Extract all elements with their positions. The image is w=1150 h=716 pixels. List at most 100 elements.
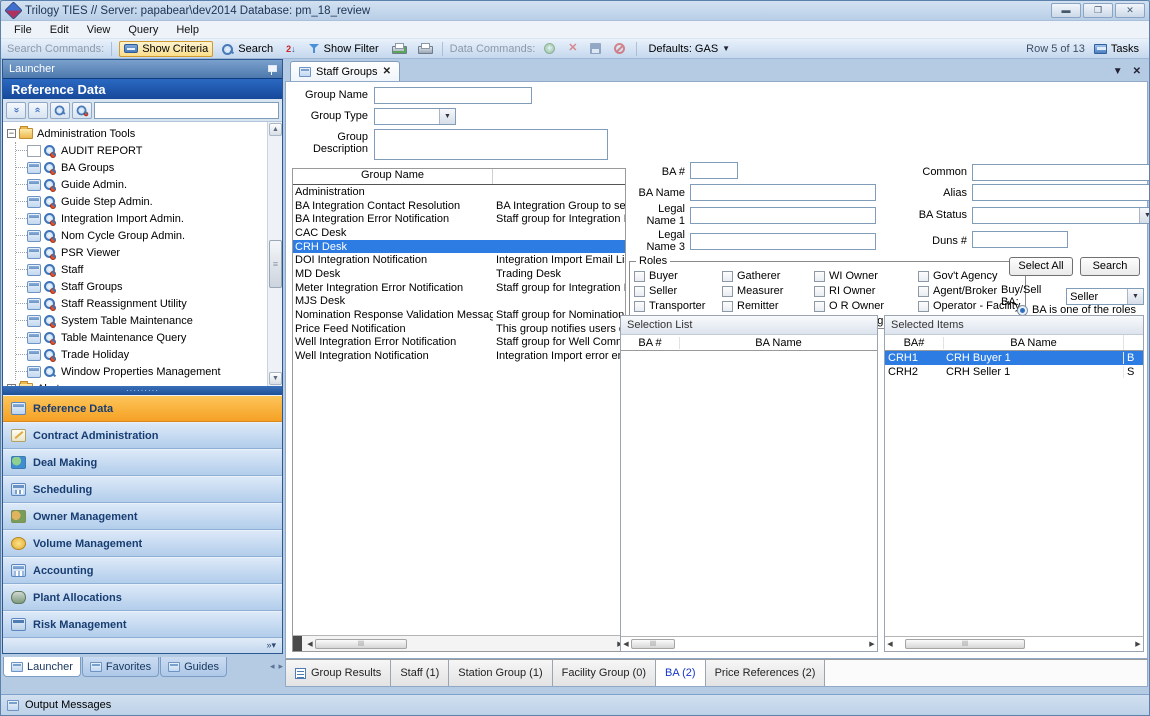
duns-input[interactable] — [972, 231, 1068, 248]
role-checkbox-item[interactable]: O R Owner — [814, 300, 918, 312]
tasks-button[interactable]: Tasks — [1090, 42, 1143, 56]
result-tab[interactable]: Price References (2) — [706, 660, 826, 686]
show-criteria-button[interactable]: Show Criteria — [119, 41, 213, 57]
grid-horizontal-scrollbar[interactable]: ◀ ▶ — [293, 635, 625, 651]
scrollbar-thumb[interactable] — [631, 639, 675, 649]
show-filter-button[interactable]: Show Filter — [305, 42, 383, 56]
ba-name-input[interactable] — [690, 184, 876, 201]
column-ba-name[interactable]: BA Name — [679, 337, 877, 349]
tree-item[interactable]: Staff Groups — [16, 278, 282, 295]
grid-row[interactable]: CRH Desk — [293, 240, 625, 254]
close-tab-icon[interactable]: ✕ — [383, 66, 391, 77]
scroll-up-icon[interactable]: ▲ — [269, 123, 282, 136]
tree-item[interactable]: PSR Viewer — [16, 244, 282, 261]
delete-record-button[interactable]: ✕ — [564, 42, 581, 55]
close-button[interactable]: ✕ — [1115, 3, 1145, 18]
pager-right-icon[interactable]: ▸ — [278, 661, 283, 672]
ba-status-select[interactable]: ▼ — [972, 207, 1150, 224]
menu-item[interactable]: View — [78, 22, 120, 38]
grid-row[interactable]: BA Integration Contact Resolution BA Int… — [293, 199, 625, 213]
accordion-module-item[interactable]: Owner Management — [3, 503, 282, 530]
tree-item[interactable]: Integration Import Admin. — [16, 210, 282, 227]
tab-list-dropdown-icon[interactable]: ▼ — [1113, 66, 1123, 77]
tree-item[interactable]: Guide Admin. — [16, 176, 282, 193]
menu-item[interactable]: Query — [119, 22, 167, 38]
cancel-record-button[interactable] — [610, 42, 629, 55]
print-button[interactable] — [414, 42, 435, 55]
pager-left-icon[interactable]: ◂ — [270, 661, 275, 672]
grid-row[interactable]: Meter Integration Error Notification Sta… — [293, 281, 625, 295]
checkbox-icon[interactable] — [918, 271, 929, 282]
restore-button[interactable]: ❐ — [1083, 3, 1113, 18]
accordion-overflow-button[interactable]: »▾ — [3, 638, 282, 653]
radio-selected-icon[interactable] — [1017, 305, 1028, 316]
accordion-module-item[interactable]: Risk Management — [3, 611, 282, 638]
alias-input[interactable] — [972, 184, 1150, 201]
result-tab[interactable]: Facility Group (0) — [553, 660, 656, 686]
checkbox-icon[interactable] — [722, 301, 733, 312]
tree-item[interactable]: AUDIT REPORT — [16, 142, 282, 159]
legal-name-3-input[interactable] — [690, 233, 876, 250]
checkbox-icon[interactable] — [814, 301, 825, 312]
result-tab[interactable]: Station Group (1) — [449, 660, 552, 686]
accordion-module-item[interactable]: Contract Administration — [3, 422, 282, 449]
expand-all-button[interactable]: » — [6, 102, 26, 119]
scroll-left-icon[interactable]: ◀ — [305, 640, 315, 648]
column-ba-name[interactable]: BA Name — [943, 337, 1123, 349]
clear-find-button[interactable] — [72, 102, 92, 119]
collapse-node-icon[interactable]: − — [7, 129, 16, 138]
accordion-module-item[interactable]: Accounting — [3, 557, 282, 584]
grid-row[interactable]: Price Feed Notification This group notif… — [293, 322, 625, 336]
role-checkbox-item[interactable]: WI Owner — [814, 270, 918, 282]
launcher-tab[interactable]: Launcher — [3, 657, 81, 677]
tree-item[interactable]: Trade Holiday — [16, 346, 282, 363]
tree-item[interactable]: Window Properties Management — [16, 363, 282, 380]
tree-item[interactable]: Staff — [16, 261, 282, 278]
menu-item[interactable]: Help — [167, 22, 208, 38]
scroll-right-icon[interactable]: ▶ — [1133, 640, 1143, 648]
column-ba-number[interactable]: BA # — [621, 337, 679, 349]
accordion-module-item[interactable]: Scheduling — [3, 476, 282, 503]
column-buy-sell[interactable] — [1123, 335, 1143, 350]
close-document-icon[interactable]: ✕ — [1133, 66, 1141, 77]
sort-button[interactable]: 2↓ — [282, 43, 300, 55]
document-tab-staff-groups[interactable]: Staff Groups ✕ — [290, 61, 400, 81]
scroll-left-icon[interactable]: ◀ — [885, 640, 895, 648]
accordion-module-item[interactable]: Deal Making — [3, 449, 282, 476]
grid-row[interactable]: CAC Desk — [293, 226, 625, 240]
checkbox-icon[interactable] — [918, 286, 929, 297]
minimize-button[interactable]: ▬ — [1051, 3, 1081, 18]
tree-item[interactable]: Staff Reassignment Utility — [16, 295, 282, 312]
find-button[interactable] — [50, 102, 70, 119]
add-record-button[interactable]: + — [540, 42, 559, 55]
scrollbar-thumb[interactable] — [269, 240, 282, 288]
grid-row[interactable]: DOI Integration Notification Integration… — [293, 253, 625, 267]
role-checkbox-item[interactable]: Transporter — [634, 300, 722, 312]
role-checkbox-item[interactable]: Remitter — [722, 300, 814, 312]
grid-row[interactable]: BA Integration Error Notification Staff … — [293, 212, 625, 226]
launcher-tab[interactable]: Favorites — [82, 657, 159, 677]
grid-row[interactable]: MD Desk Trading Desk — [293, 267, 625, 281]
menu-item[interactable]: Edit — [41, 22, 78, 38]
ba-number-input[interactable] — [690, 162, 738, 179]
tree-item[interactable]: Nom Cycle Group Admin. — [16, 227, 282, 244]
collapse-all-button[interactable]: » — [28, 102, 48, 119]
defaults-dropdown[interactable]: Defaults: GAS ▼ — [644, 42, 734, 56]
checkbox-icon[interactable] — [814, 271, 825, 282]
accordion-module-item[interactable]: Volume Management — [3, 530, 282, 557]
role-checkbox-item[interactable]: Buyer — [634, 270, 722, 282]
tree-item[interactable]: Guide Step Admin. — [16, 193, 282, 210]
checkbox-icon[interactable] — [634, 301, 645, 312]
pin-icon[interactable] — [267, 64, 276, 75]
grid-row[interactable]: MJS Desk — [293, 295, 625, 309]
checkbox-icon[interactable] — [814, 286, 825, 297]
grid-row[interactable]: Well Integration Notification Integratio… — [293, 349, 625, 363]
select-all-button[interactable]: Select All — [1009, 257, 1073, 276]
checkbox-icon[interactable] — [634, 286, 645, 297]
result-tab[interactable]: Staff (1) — [391, 660, 449, 686]
role-checkbox-item[interactable]: RI Owner — [814, 285, 918, 297]
tree-scrollbar[interactable]: ▲ ▼ — [267, 122, 282, 386]
grid-column-group-name[interactable]: Group Name — [293, 169, 493, 184]
tree-item[interactable]: BA Groups — [16, 159, 282, 176]
selected-items-scrollbar[interactable]: ◀ ▶ — [885, 636, 1143, 651]
